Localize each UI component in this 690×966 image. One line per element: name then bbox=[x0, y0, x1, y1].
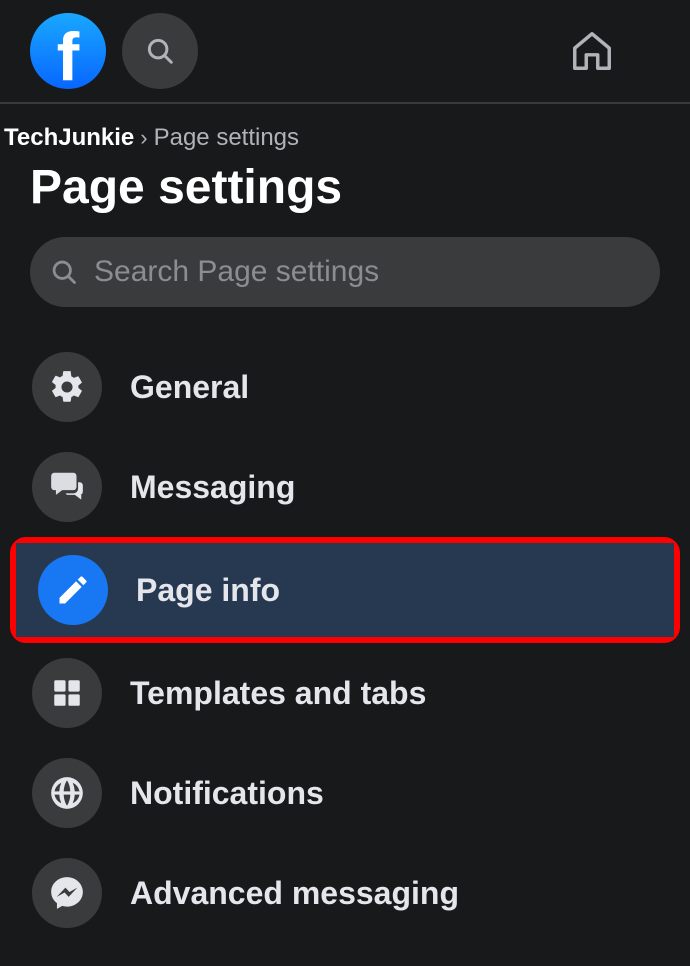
facebook-f-glyph: f bbox=[57, 23, 80, 91]
settings-search[interactable] bbox=[30, 237, 660, 307]
chevron-right-icon: › bbox=[140, 125, 147, 151]
gear-icon bbox=[32, 352, 102, 422]
search-icon bbox=[145, 36, 175, 66]
highlight-annotation: Page info bbox=[10, 537, 680, 643]
menu-item-templates-tabs[interactable]: Templates and tabs bbox=[0, 643, 690, 743]
messenger-icon bbox=[32, 858, 102, 928]
breadcrumb-current: Page settings bbox=[154, 124, 299, 152]
facebook-logo[interactable]: f bbox=[30, 13, 106, 89]
menu-item-label: Messaging bbox=[130, 469, 295, 506]
menu-item-label: General bbox=[130, 369, 249, 406]
globe-icon bbox=[32, 758, 102, 828]
search-icon bbox=[50, 258, 78, 286]
menu-item-label: Notifications bbox=[130, 775, 324, 812]
search-input[interactable] bbox=[94, 255, 640, 289]
breadcrumb-root[interactable]: TechJunkie bbox=[4, 124, 134, 152]
menu-item-messaging[interactable]: Messaging bbox=[0, 437, 690, 537]
menu-item-label: Templates and tabs bbox=[130, 675, 426, 712]
messaging-icon bbox=[32, 452, 102, 522]
home-button[interactable] bbox=[569, 28, 615, 74]
global-search-button[interactable] bbox=[122, 13, 198, 89]
menu-item-advanced-messaging[interactable]: Advanced messaging bbox=[0, 843, 690, 943]
menu-item-label: Page info bbox=[136, 572, 280, 609]
menu-item-notifications[interactable]: Notifications bbox=[0, 743, 690, 843]
menu-item-label: Advanced messaging bbox=[130, 875, 459, 912]
pencil-icon bbox=[38, 555, 108, 625]
grid-icon bbox=[32, 658, 102, 728]
menu-item-page-info[interactable]: Page info bbox=[16, 543, 674, 637]
page-title: Page settings bbox=[0, 156, 690, 237]
menu-item-general[interactable]: General bbox=[0, 337, 690, 437]
home-icon bbox=[569, 28, 615, 74]
breadcrumb: TechJunkie › Page settings bbox=[0, 104, 690, 156]
top-bar: f bbox=[0, 0, 690, 104]
